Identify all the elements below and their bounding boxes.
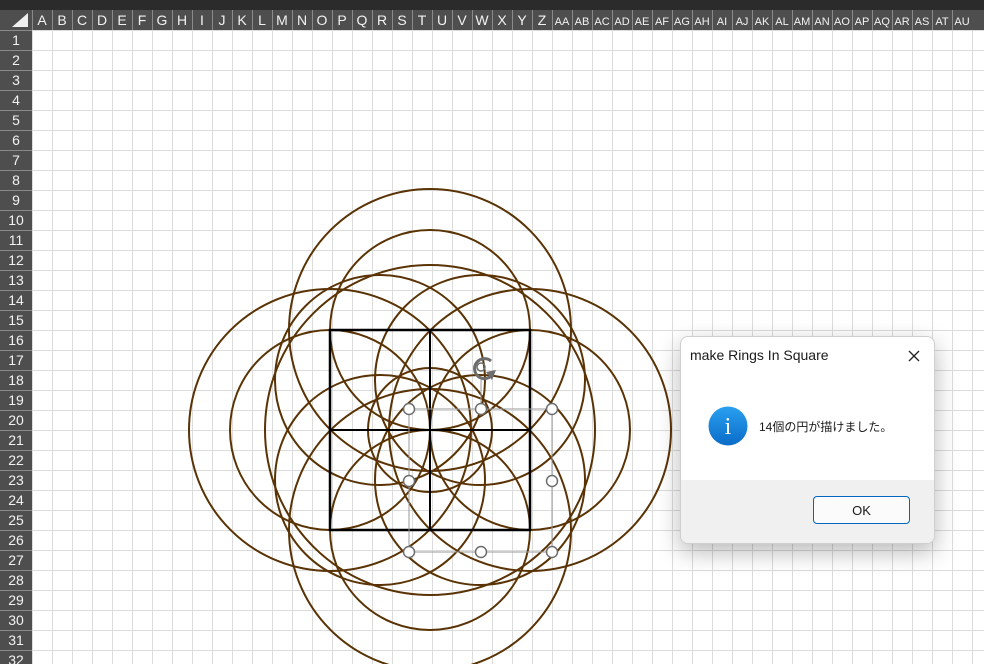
row-header[interactable]: 10	[8, 212, 24, 228]
row-header[interactable]: 8	[12, 172, 20, 188]
row-header[interactable]: 3	[12, 72, 20, 88]
column-header[interactable]: X	[497, 12, 507, 28]
resize-handle[interactable]	[545, 474, 559, 488]
svg-text:i: i	[725, 414, 732, 440]
row-header[interactable]: 12	[8, 252, 24, 268]
column-header[interactable]: AO	[834, 16, 850, 28]
column-header[interactable]: AN	[814, 16, 829, 28]
row-header[interactable]: 20	[8, 412, 24, 428]
info-icon: i	[708, 406, 748, 446]
row-header[interactable]: 4	[12, 92, 20, 108]
row-header[interactable]: 5	[12, 112, 20, 128]
row-header[interactable]: 13	[8, 272, 24, 288]
row-header[interactable]: 17	[8, 352, 24, 368]
column-header[interactable]: AS	[915, 16, 930, 28]
column-header[interactable]: K	[237, 12, 247, 28]
column-header[interactable]: T	[418, 12, 427, 28]
column-header[interactable]: C	[77, 12, 87, 28]
ok-button[interactable]: OK	[813, 496, 910, 524]
column-header[interactable]: W	[475, 12, 489, 28]
column-header[interactable]: L	[258, 12, 266, 28]
column-header[interactable]: AU	[954, 16, 969, 28]
row-header[interactable]: 27	[8, 552, 24, 568]
column-header[interactable]: D	[97, 12, 107, 28]
row-header[interactable]: 14	[8, 292, 24, 308]
column-header[interactable]: A	[37, 12, 47, 28]
column-header[interactable]: Q	[357, 12, 368, 28]
column-header[interactable]: M	[276, 12, 288, 28]
column-header[interactable]: AQ	[874, 16, 890, 28]
row-header[interactable]: 23	[8, 472, 24, 488]
column-header[interactable]: P	[337, 12, 346, 28]
resize-handle[interactable]	[402, 402, 416, 416]
column-header[interactable]: AT	[935, 16, 949, 28]
column-header[interactable]: AM	[794, 16, 811, 28]
close-icon[interactable]	[904, 346, 924, 366]
row-header[interactable]: 16	[8, 332, 24, 348]
column-header[interactable]: AE	[635, 16, 650, 28]
column-header[interactable]: B	[57, 12, 66, 28]
row-header[interactable]: 9	[12, 192, 20, 208]
resize-handle[interactable]	[474, 545, 488, 559]
row-header[interactable]: 1	[12, 32, 20, 48]
dialog-message: 14個の円が描けました。	[759, 420, 893, 434]
column-header[interactable]: Y	[517, 12, 527, 28]
column-header[interactable]: O	[317, 12, 328, 28]
worksheet[interactable]: A B C D E F G H I J K L M N O P Q R S T U V W X Y Z AA AB AC AD AE AF AG…	[0, 0, 984, 664]
column-header[interactable]: AG	[674, 16, 690, 28]
select-all-corner[interactable]	[0, 10, 32, 30]
row-header[interactable]: 29	[8, 592, 24, 608]
row-header[interactable]: 15	[8, 312, 24, 328]
row-header[interactable]: 21	[8, 432, 24, 448]
resize-handle[interactable]	[545, 545, 559, 559]
row-header[interactable]: 24	[8, 492, 24, 508]
row-header[interactable]: 28	[8, 572, 24, 588]
column-header[interactable]: AC	[594, 16, 609, 28]
column-header[interactable]: AB	[575, 16, 590, 28]
row-headers: 1234567891011121314151617181920212223242…	[0, 30, 32, 664]
column-header[interactable]: AL	[775, 16, 788, 28]
column-header[interactable]: AI	[717, 16, 727, 28]
row-header[interactable]: 2	[12, 52, 20, 68]
row-header[interactable]: 32	[8, 652, 24, 664]
column-header[interactable]: AD	[614, 16, 629, 28]
column-header[interactable]: AR	[894, 16, 909, 28]
row-header[interactable]: 26	[8, 532, 24, 548]
column-header[interactable]: Z	[538, 12, 547, 28]
message-dialog: make Rings In Square i 14個の円が描けました。 OK	[680, 336, 935, 544]
column-header[interactable]: J	[219, 12, 226, 28]
column-headers: A B C D E F G H I J K L M N O P Q R S T U V W X Y Z AA AB AC AD AE AF AG…	[0, 0, 984, 30]
column-header[interactable]: I	[200, 12, 204, 28]
row-header[interactable]: 30	[8, 612, 24, 628]
row-header[interactable]: 18	[8, 372, 24, 388]
column-header[interactable]: V	[457, 12, 467, 28]
row-header[interactable]: 6	[12, 132, 20, 148]
row-header[interactable]: 25	[8, 512, 24, 528]
row-header[interactable]: 11	[9, 232, 24, 248]
column-header[interactable]: AK	[755, 16, 770, 28]
resize-handle[interactable]	[545, 402, 559, 416]
resize-handle[interactable]	[474, 402, 488, 416]
column-header[interactable]: G	[157, 12, 168, 28]
dialog-title: make Rings In Square	[690, 347, 829, 363]
row-header[interactable]: 19	[8, 392, 24, 408]
column-header[interactable]: AF	[655, 16, 669, 28]
row-header[interactable]: 22	[8, 452, 24, 468]
column-header[interactable]: S	[397, 12, 406, 28]
resize-handle[interactable]	[402, 545, 416, 559]
row-header[interactable]: 7	[12, 152, 20, 168]
column-header[interactable]: E	[117, 12, 126, 28]
column-header[interactable]: H	[177, 12, 187, 28]
column-header[interactable]: N	[297, 12, 307, 28]
column-header[interactable]: AJ	[736, 16, 749, 28]
row-header[interactable]: 31	[8, 632, 24, 648]
column-header[interactable]: AH	[694, 16, 709, 28]
column-header[interactable]: AA	[555, 16, 570, 28]
resize-handle[interactable]	[402, 474, 416, 488]
column-header[interactable]: U	[437, 12, 447, 28]
column-header[interactable]: F	[138, 12, 147, 28]
column-header[interactable]: AP	[855, 16, 870, 28]
column-header[interactable]: R	[377, 12, 387, 28]
